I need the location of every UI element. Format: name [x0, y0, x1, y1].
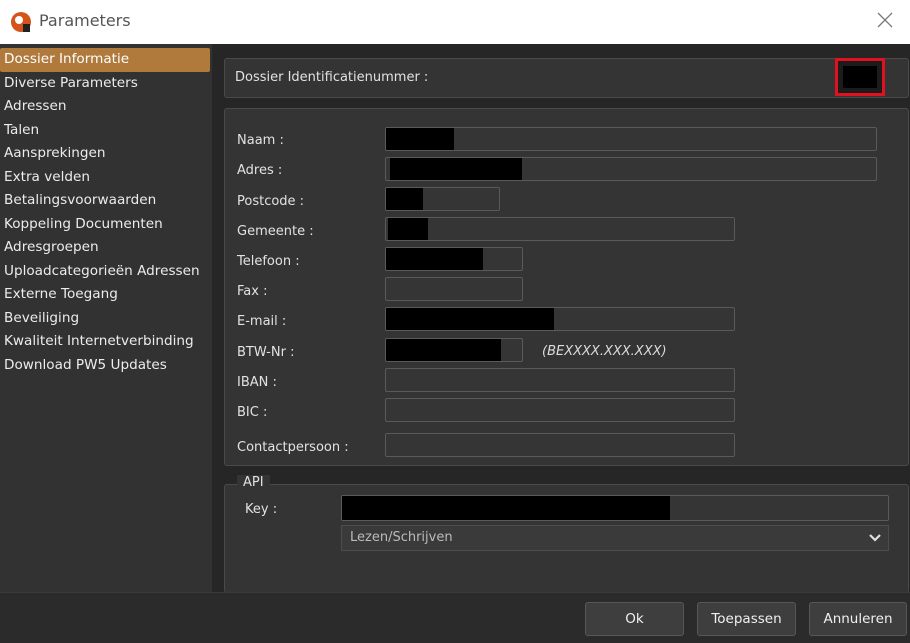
adres-label: Adres :: [237, 163, 283, 178]
fax-label: Fax :: [237, 284, 268, 299]
sidebar: Dossier Informatie Diverse Parameters Ad…: [0, 44, 212, 592]
redaction: [388, 218, 428, 240]
api-key-label: Key :: [245, 502, 278, 517]
sidebar-item-adresgroepen[interactable]: Adresgroepen: [0, 236, 212, 260]
btw-format-hint: (BEXXXX.XXX.XXX): [542, 344, 667, 359]
sidebar-item-download-updates[interactable]: Download PW5 Updates: [0, 354, 212, 378]
naam-label: Naam :: [237, 133, 284, 148]
api-legend: API: [237, 475, 270, 490]
naam-field[interactable]: [385, 127, 877, 151]
sidebar-item-externe-toegang[interactable]: Externe Toegang: [0, 283, 212, 307]
api-mode-select[interactable]: Lezen/Schrijven: [341, 525, 889, 551]
main-content: Dossier Identificatienummer : Naam : Adr…: [212, 44, 910, 593]
sidebar-item-talen[interactable]: Talen: [0, 119, 212, 143]
telefoon-label: Telefoon :: [237, 254, 300, 269]
sidebar-item-aansprekingen[interactable]: Aansprekingen: [0, 142, 212, 166]
sidebar-item-betalingsvoorwaarden[interactable]: Betalingsvoorwaarden: [0, 189, 212, 213]
sidebar-item-extra-velden[interactable]: Extra velden: [0, 166, 212, 190]
dialog-button-bar: Ok Toepassen Annuleren: [0, 592, 910, 643]
redaction: [386, 339, 501, 361]
iban-field[interactable]: [385, 368, 735, 392]
title-bar: Parameters: [0, 0, 910, 44]
redaction: [342, 496, 670, 520]
dossier-id-label: Dossier Identificatienummer :: [235, 70, 429, 85]
window-title: Parameters: [39, 11, 131, 30]
gemeente-label: Gemeente :: [237, 224, 314, 239]
apply-button[interactable]: Toepassen: [697, 602, 796, 636]
redaction: [390, 158, 522, 180]
btw-field[interactable]: [385, 338, 523, 362]
sidebar-item-beveiliging[interactable]: Beveiliging: [0, 307, 212, 331]
postcode-field[interactable]: [385, 187, 500, 211]
redaction: [386, 128, 454, 150]
redaction: [386, 188, 423, 210]
dossier-id-field[interactable]: [835, 58, 885, 96]
bic-label: BIC :: [237, 405, 268, 420]
email-field[interactable]: [385, 307, 735, 331]
sidebar-item-kwaliteit[interactable]: Kwaliteit Internetverbinding: [0, 330, 212, 354]
gemeente-field[interactable]: [385, 217, 735, 241]
bic-field[interactable]: [385, 398, 735, 422]
ok-button[interactable]: Ok: [585, 602, 684, 636]
app-logo-icon: [11, 12, 31, 32]
address-form-panel: Naam : Adres : Postcode : Gemeente : Tel…: [224, 108, 909, 466]
telefoon-field[interactable]: [385, 247, 523, 271]
api-key-field[interactable]: [341, 495, 889, 521]
btw-label: BTW-Nr :: [237, 345, 295, 360]
redaction: [843, 66, 877, 88]
chevron-down-icon: [869, 534, 881, 542]
iban-label: IBAN :: [237, 375, 277, 390]
fax-field[interactable]: [385, 277, 523, 301]
dossier-id-panel: Dossier Identificatienummer :: [224, 58, 909, 98]
sidebar-item-diverse-parameters[interactable]: Diverse Parameters: [0, 72, 212, 96]
sidebar-item-koppeling-documenten[interactable]: Koppeling Documenten: [0, 213, 212, 237]
postcode-label: Postcode :: [237, 194, 305, 209]
contactpersoon-label: Contactpersoon :: [237, 440, 349, 455]
redaction: [386, 248, 483, 270]
adres-field[interactable]: [385, 157, 877, 181]
email-label: E-mail :: [237, 314, 287, 329]
sidebar-item-uploadcategorieen[interactable]: Uploadcategorieën Adressen: [0, 260, 212, 284]
cancel-button[interactable]: Annuleren: [809, 602, 907, 636]
sidebar-item-dossier-informatie[interactable]: Dossier Informatie: [0, 48, 210, 72]
sidebar-item-adressen[interactable]: Adressen: [0, 95, 212, 119]
api-mode-value: Lezen/Schrijven: [350, 530, 453, 545]
close-icon[interactable]: [874, 9, 896, 31]
contactpersoon-field[interactable]: [385, 433, 735, 457]
redaction: [386, 308, 554, 330]
api-group: API Key : Lezen/Schrijven: [224, 475, 909, 593]
